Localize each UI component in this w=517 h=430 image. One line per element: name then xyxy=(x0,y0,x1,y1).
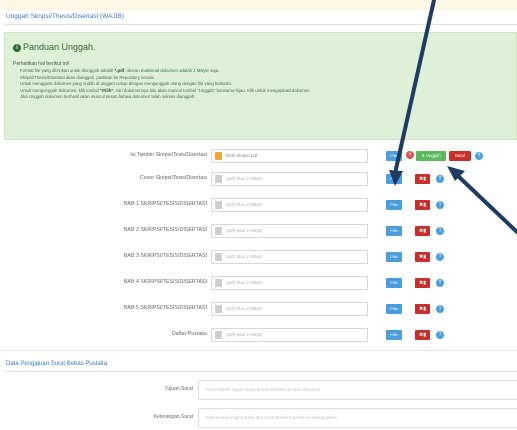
annotation-arrows xyxy=(389,0,517,234)
annotation-arrow-down-head xyxy=(389,170,403,186)
annotation-arrow-diagonal xyxy=(456,174,517,234)
annotation-arrow-down xyxy=(394,0,436,171)
